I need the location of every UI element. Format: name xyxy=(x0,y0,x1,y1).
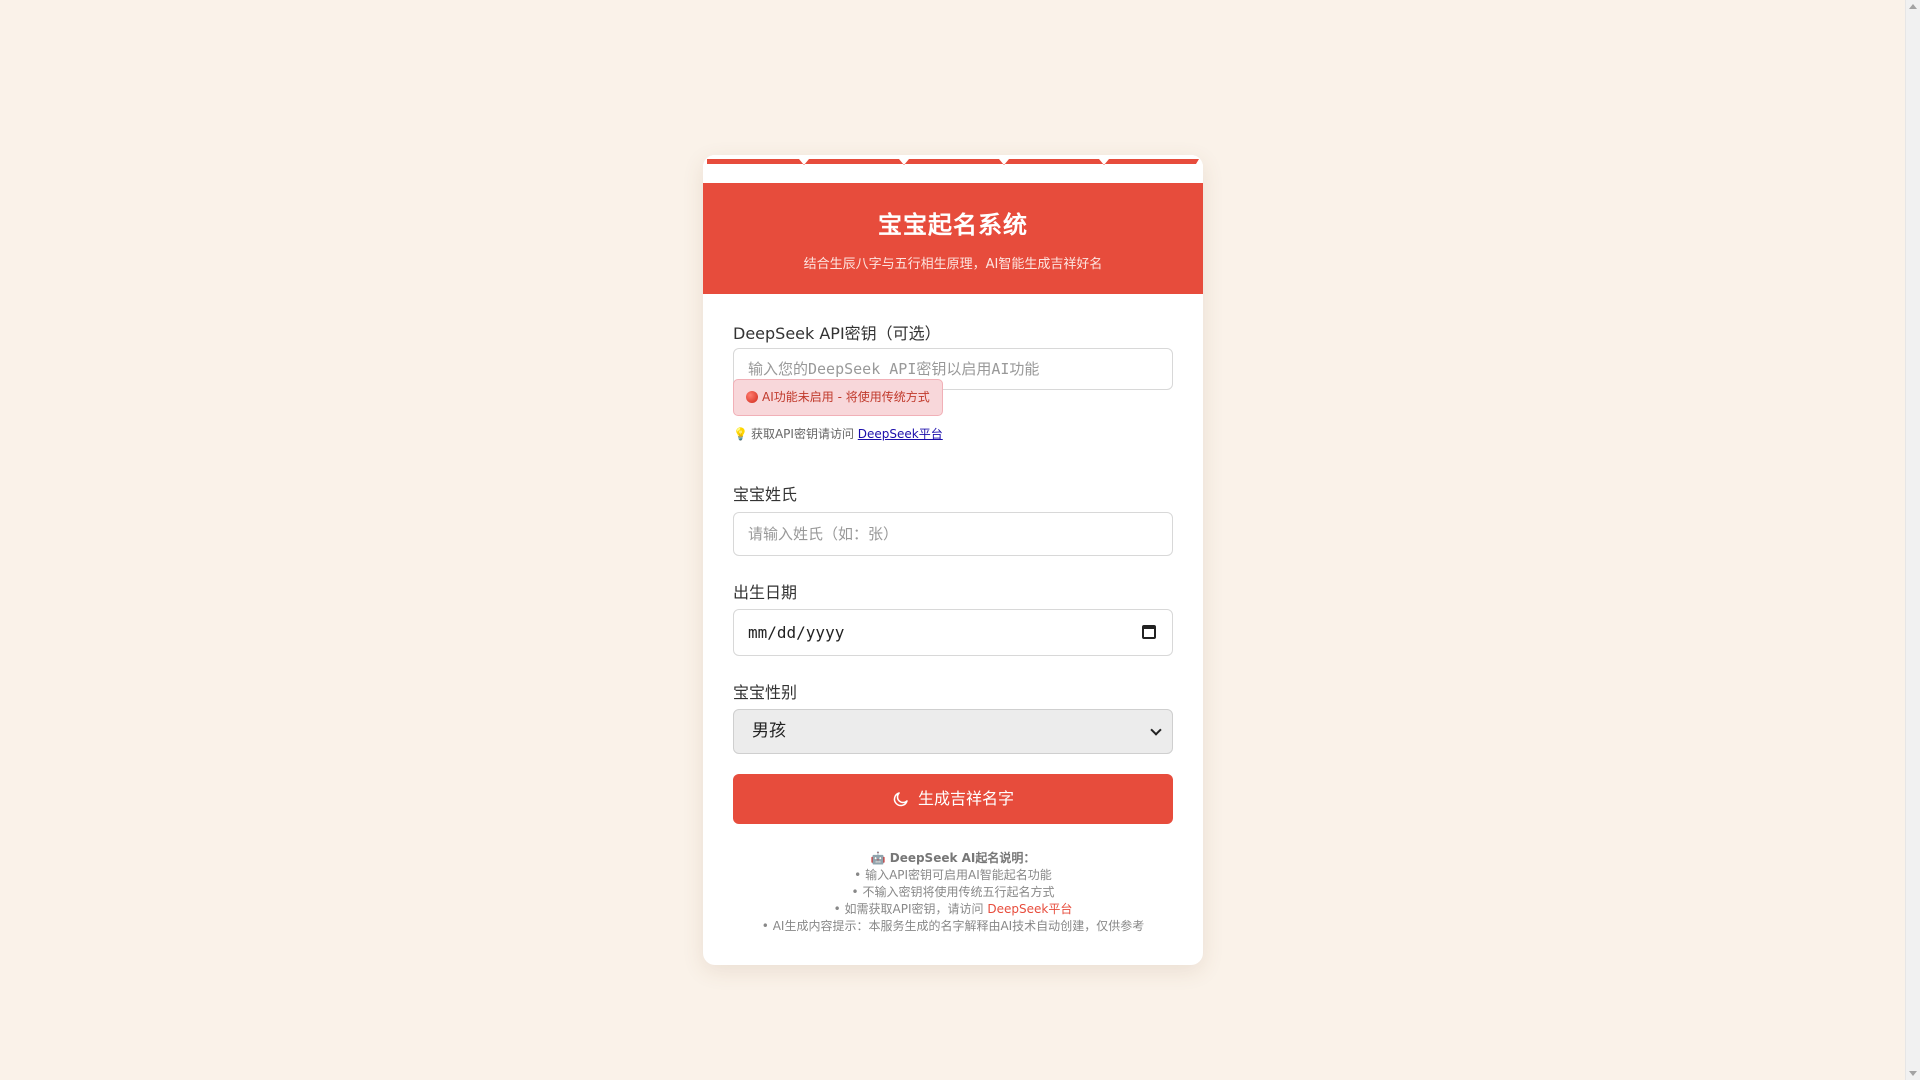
gender-selected-value: 男孩 xyxy=(752,721,786,741)
notes-line-4: • AI生成内容提示：本服务生成的名字解释由AI技术自动创建，仅供参考 xyxy=(761,919,1145,933)
notes-line-2: • 不输入密钥将使用传统五行起名方式 xyxy=(851,885,1055,899)
gender-select[interactable]: 男孩 xyxy=(733,709,1173,754)
ai-status-badge: AI功能未启用 - 将使用传统方式 xyxy=(733,379,943,416)
naming-form-card: 宝宝起名系统 结合生辰八字与五行相生原理，AI智能生成吉祥好名 DeepSeek… xyxy=(703,155,1203,965)
red-circle-icon xyxy=(746,391,758,403)
birth-date-input[interactable]: mm/dd/yyyy xyxy=(733,609,1173,656)
generate-names-button[interactable]: 生成吉祥名字 xyxy=(733,774,1173,824)
ai-naming-notes: 🤖 DeepSeek AI起名说明： • 输入API密钥可启用AI智能起名功能 … xyxy=(733,850,1173,935)
page-scrollbar[interactable] xyxy=(1905,0,1920,1080)
card-header: 宝宝起名系统 结合生辰八字与五行相生原理，AI智能生成吉祥好名 xyxy=(703,183,1203,294)
api-key-label: DeepSeek API密钥（可选） xyxy=(733,324,941,343)
generate-names-label: 生成吉祥名字 xyxy=(917,789,1014,808)
scroll-down-arrow-icon[interactable] xyxy=(1909,1071,1917,1076)
birth-date-label: 出生日期 xyxy=(733,583,798,602)
notes-heading: 🤖 DeepSeek AI起名说明： xyxy=(870,851,1036,865)
surname-label: 宝宝姓氏 xyxy=(733,485,798,504)
api-key-hint-text: 获取API密钥请访问 xyxy=(750,427,854,441)
notes-line-3-text: • 如需获取API密钥，请访问 xyxy=(833,902,984,916)
page-subtitle: 结合生辰八字与五行相生原理，AI智能生成吉祥好名 xyxy=(803,257,1103,272)
deepseek-platform-link[interactable]: DeepSeek平台 xyxy=(858,427,943,441)
decorative-ribbon xyxy=(703,155,1203,183)
surname-input[interactable]: 请输入姓氏（如：张） xyxy=(733,512,1173,556)
scroll-up-arrow-icon[interactable] xyxy=(1909,4,1917,9)
gender-label: 宝宝性别 xyxy=(733,683,798,702)
moon-icon xyxy=(893,792,908,807)
chevron-down-icon xyxy=(1150,724,1162,736)
notes-deepseek-link[interactable]: DeepSeek平台 xyxy=(987,902,1072,916)
ai-status-text: AI功能未启用 - 将使用传统方式 xyxy=(762,390,930,404)
api-key-hint: 💡 获取API密钥请访问 DeepSeek平台 xyxy=(733,425,943,442)
lightbulb-icon: 💡 xyxy=(733,427,748,441)
notes-line-1: • 输入API密钥可启用AI智能起名功能 xyxy=(854,868,1052,882)
birth-date-value: mm/dd/yyyy xyxy=(748,623,845,642)
notes-line-3: • 如需获取API密钥，请访问 DeepSeek平台 xyxy=(733,901,1173,918)
calendar-icon[interactable] xyxy=(1142,625,1156,639)
page-title: 宝宝起名系统 xyxy=(878,211,1028,239)
